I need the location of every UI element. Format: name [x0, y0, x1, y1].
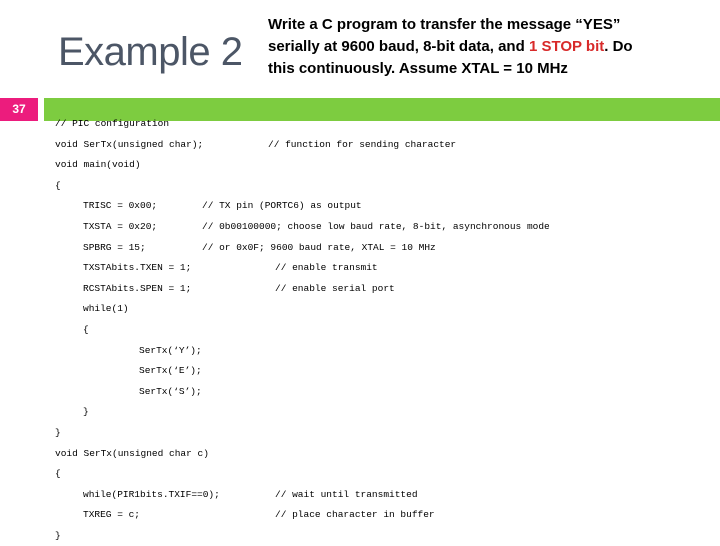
- code-line: }: [0, 402, 720, 423]
- code-line: }: [0, 526, 720, 546]
- code-statement: {: [55, 468, 61, 480]
- code-line: SerTx(‘S’);: [0, 382, 720, 403]
- code-comment: // TX pin (PORTC6) as output: [202, 200, 362, 212]
- problem-line-2: serially at 9600 baud, 8-bit data, and 1…: [268, 36, 704, 58]
- code-line: SerTx(‘E’);: [0, 361, 720, 382]
- problem-statement: Write a C program to transfer the messag…: [268, 14, 704, 80]
- code-statement: SerTx(‘Y’);: [139, 344, 202, 356]
- code-line: TRISC = 0x00; // TX pin (PORTC6) as outpu…: [0, 196, 720, 217]
- code-line: {: [0, 176, 720, 197]
- code-line: while(PIR1bits.TXIF==0); // wait until tr…: [0, 485, 720, 506]
- code-line: SerTx(‘Y’);: [0, 341, 720, 362]
- code-line: TXSTA = 0x20; // 0b00100000; choose low b…: [0, 217, 720, 238]
- problem-line-2-suffix: . Do: [604, 38, 633, 55]
- code-comment: // function for sending character: [268, 138, 457, 150]
- code-statement: RCSTAbits.SPEN = 1;: [83, 282, 192, 294]
- code-line: void SerTx(unsigned char); // function fo…: [0, 135, 720, 156]
- code-comment: // wait until transmitted: [275, 488, 418, 500]
- code-line: SPBRG = 15; // or 0x0F; 9600 baud rate, X…: [0, 238, 720, 259]
- code-block: // PIC configuration void SerTx(unsigned …: [0, 114, 720, 541]
- problem-line-1-text: Write a C program to transfer the messag…: [268, 16, 621, 33]
- code-line: TXSTAbits.TXEN = 1; // enable transmit: [0, 258, 720, 279]
- code-statement: SerTx(‘E’);: [139, 365, 202, 377]
- code-statement: // PIC configuration: [55, 118, 170, 129]
- problem-line-1: Write a C program to transfer the messag…: [268, 14, 704, 36]
- code-statement: }: [55, 529, 61, 541]
- code-statement: {: [83, 323, 89, 335]
- code-statement: TRISC = 0x00;: [83, 200, 158, 212]
- code-statement: void main(void): [55, 159, 141, 171]
- problem-highlight-stop-bit: 1 STOP bit: [528, 38, 605, 55]
- code-statement: void SerTx(unsigned char);: [55, 138, 204, 150]
- code-statement: TXREG = c;: [83, 509, 141, 521]
- code-line: }: [0, 423, 720, 444]
- code-statement: SerTx(‘S’);: [139, 385, 202, 397]
- code-comment: // 0b00100000; choose low baud rate, 8-b…: [202, 220, 550, 232]
- code-line: void SerTx(unsigned char c): [0, 444, 720, 465]
- code-statement: }: [83, 406, 89, 418]
- code-line: void main(void): [0, 155, 720, 176]
- code-comment: // enable serial port: [275, 282, 395, 294]
- code-line: RCSTAbits.SPEN = 1; // enable serial port: [0, 279, 720, 300]
- problem-line-3-text: this continuously. Assume XTAL = 10 MHz: [268, 60, 568, 77]
- code-line: while(1): [0, 299, 720, 320]
- code-line: TXREG = c; // place character in buffer: [0, 505, 720, 526]
- code-line: {: [0, 464, 720, 485]
- code-line: {: [0, 320, 720, 341]
- problem-line-2-prefix: serially at 9600 baud, 8-bit data, and: [268, 38, 529, 55]
- code-statement: {: [55, 179, 61, 191]
- code-statement: TXSTA = 0x20;: [83, 220, 158, 232]
- code-comment: // enable transmit: [275, 262, 378, 274]
- code-line: // PIC configuration: [0, 114, 720, 135]
- code-statement: void SerTx(unsigned char c): [55, 447, 209, 459]
- code-comment: // or 0x0F; 9600 baud rate, XTAL = 10 MH…: [202, 241, 436, 253]
- code-statement: while(PIR1bits.TXIF==0);: [83, 488, 220, 500]
- code-statement: }: [55, 426, 61, 438]
- code-comment: // place character in buffer: [275, 509, 435, 521]
- code-statement: while(1): [83, 303, 129, 315]
- code-statement: TXSTAbits.TXEN = 1;: [83, 262, 192, 274]
- page-title: Example 2: [58, 30, 243, 74]
- problem-line-3: this continuously. Assume XTAL = 10 MHz: [268, 58, 704, 80]
- slide-header: Example 2 Write a C program to transfer …: [0, 0, 720, 98]
- code-statement: SPBRG = 15;: [83, 241, 146, 253]
